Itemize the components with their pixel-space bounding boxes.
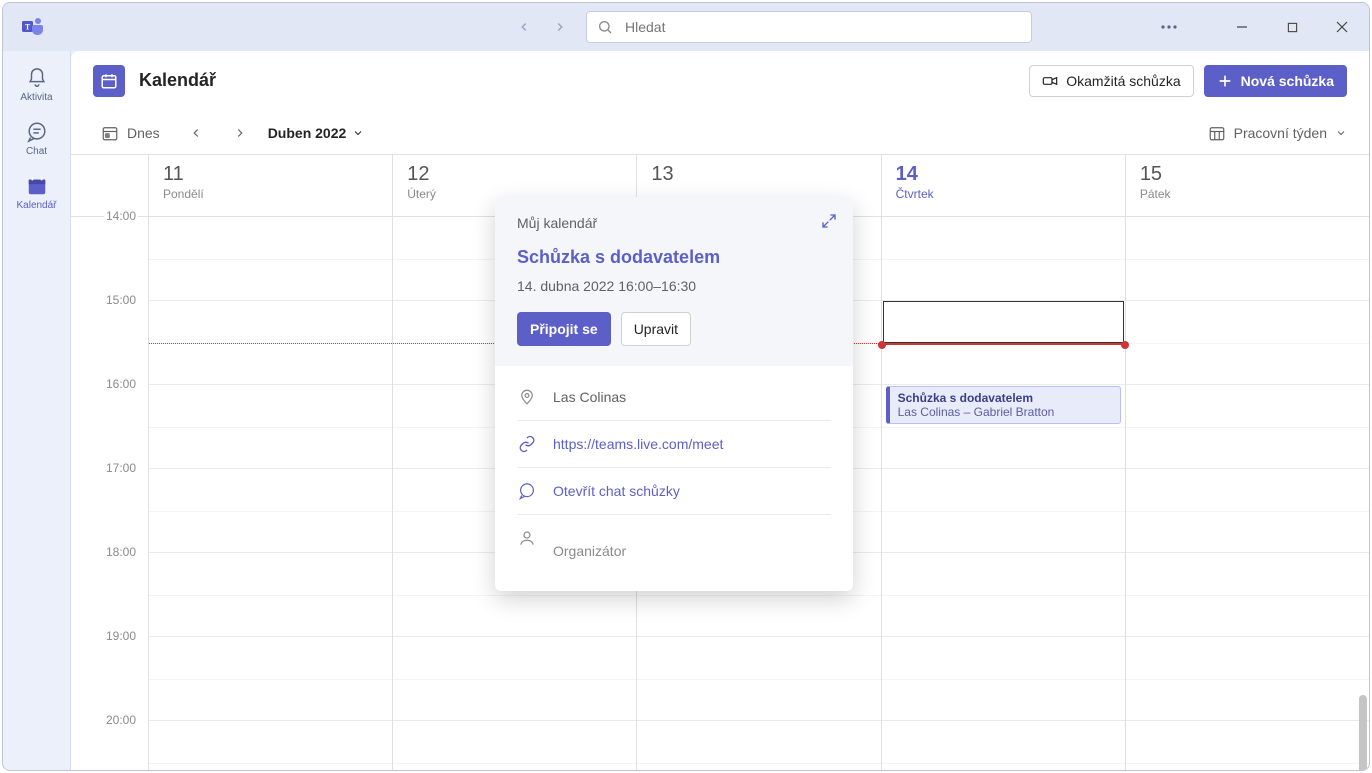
calendar-icon — [25, 174, 49, 198]
popover-location-row: Las Colinas — [517, 374, 831, 421]
time-label: 20:00 — [104, 713, 138, 727]
time-label: 17:00 — [104, 461, 138, 475]
rail-item-calendar[interactable]: Kalendář — [3, 165, 71, 219]
scrollbar-thumb[interactable] — [1359, 695, 1367, 771]
teams-logo-icon: T — [13, 15, 53, 39]
location-text: Las Colinas — [553, 389, 626, 405]
rail-label: Aktivita — [20, 92, 52, 103]
person-icon — [517, 529, 537, 547]
history-forward-button[interactable] — [542, 11, 578, 43]
popover-calendar-name: Můj kalendář — [517, 215, 831, 231]
day-number: 14 — [896, 163, 1111, 185]
page-title: Kalendář — [139, 70, 216, 91]
month-label: Duben 2022 — [268, 125, 347, 141]
video-icon — [1042, 73, 1058, 89]
day-column[interactable]: 15 Pátek — [1126, 155, 1369, 770]
organizer-label: Organizátor — [553, 543, 626, 559]
app-rail: Aktivita Chat Kalendář — [3, 51, 71, 770]
calendar-grid: 14:00 15:00 16:00 17:00 18:00 19:00 20:00 11 Po… — [71, 155, 1369, 770]
view-label: Pracovní týden — [1234, 125, 1327, 141]
current-time-indicator — [882, 343, 1125, 345]
search-field[interactable] — [586, 11, 1032, 43]
popover-time: 14. dubna 2022 16:00–16:30 — [517, 278, 831, 294]
button-label: Okamžitá schůzka — [1066, 73, 1180, 89]
day-number: 13 — [651, 163, 866, 185]
time-label: 14:00 — [104, 209, 138, 223]
button-label: Upravit — [634, 321, 678, 337]
chat-icon — [517, 482, 537, 500]
rail-item-chat[interactable]: Chat — [3, 111, 71, 165]
current-time-indicator — [149, 343, 392, 344]
view-dropdown[interactable]: Pracovní týden — [1208, 124, 1347, 142]
time-gutter: 14:00 15:00 16:00 17:00 18:00 19:00 20:00 — [71, 155, 149, 770]
expand-button[interactable] — [821, 213, 837, 229]
window-close-button[interactable] — [1319, 11, 1365, 43]
meeting-popover: Můj kalendář Schůzka s dodavatelem 14. d… — [495, 197, 853, 591]
meet-now-button[interactable]: Okamžitá schůzka — [1029, 65, 1193, 97]
join-button[interactable]: Připojit se — [517, 312, 611, 346]
open-chat-row[interactable]: Otevřít chat schůzky — [517, 468, 831, 515]
chat-icon — [25, 120, 49, 144]
rail-label: Kalendář — [16, 200, 56, 211]
window-minimize-button[interactable] — [1219, 11, 1265, 43]
day-name: Pondělí — [163, 187, 378, 201]
calendar-today-icon — [101, 124, 119, 142]
time-label: 19:00 — [104, 629, 138, 643]
link-icon — [517, 435, 537, 453]
day-number: 12 — [407, 163, 622, 185]
time-selection-box[interactable] — [883, 301, 1124, 343]
plus-icon — [1217, 73, 1233, 89]
rail-item-activity[interactable]: Aktivita — [3, 57, 71, 111]
month-dropdown[interactable]: Duben 2022 — [268, 125, 365, 141]
calendar-event[interactable]: Schůzka s dodavatelemLas Colinas – Gabri… — [886, 386, 1121, 424]
today-button[interactable]: Dnes — [93, 117, 168, 149]
event-subtitle: Las Colinas – Gabriel Bratton — [898, 405, 1112, 419]
open-chat-label: Otevřít chat schůzky — [553, 483, 680, 499]
prev-period-button[interactable] — [180, 117, 212, 149]
popover-title: Schůzka s dodavatelem — [517, 247, 831, 268]
meeting-link: https://teams.live.com/meet — [553, 436, 723, 452]
button-label: Nová schůzka — [1241, 73, 1334, 89]
calendar-content: Kalendář Okamžitá schůzka Nová schůzka — [71, 51, 1369, 770]
more-button[interactable] — [1147, 11, 1191, 43]
time-label: 15:00 — [104, 293, 138, 307]
rail-label: Chat — [26, 146, 47, 157]
titlebar: T — [3, 3, 1369, 51]
search-input[interactable] — [623, 18, 1021, 36]
time-label: 16:00 — [104, 377, 138, 391]
chevron-down-icon — [1335, 127, 1347, 139]
page-header: Kalendář Okamžitá schůzka Nová schůzka — [71, 51, 1369, 111]
day-column[interactable]: 11 Pondělí — [149, 155, 393, 770]
calendar-view-icon — [1208, 124, 1226, 142]
search-icon — [597, 19, 613, 35]
day-name: Pátek — [1140, 187, 1355, 201]
history-back-button[interactable] — [506, 11, 542, 43]
event-title: Schůzka s dodavatelem — [898, 391, 1112, 405]
popover-link-row[interactable]: https://teams.live.com/meet — [517, 421, 831, 468]
calendar-badge-icon — [93, 65, 125, 97]
button-label: Připojit se — [530, 321, 598, 337]
day-column[interactable]: 14 Čtvrtek Schůzka s dodavatelemLas Colina… — [882, 155, 1126, 770]
svg-text:T: T — [25, 23, 31, 32]
chevron-down-icon — [352, 127, 364, 139]
calendar-toolbar: Dnes Duben 2022 — [71, 111, 1369, 155]
app-window: T — [2, 2, 1370, 771]
next-period-button[interactable] — [224, 117, 256, 149]
organizer-row: Organizátor — [517, 515, 831, 573]
day-number: 15 — [1140, 163, 1355, 185]
edit-button[interactable]: Upravit — [621, 312, 691, 346]
window-maximize-button[interactable] — [1269, 11, 1315, 43]
new-meeting-button[interactable]: Nová schůzka — [1204, 65, 1347, 97]
time-label: 18:00 — [104, 545, 138, 559]
day-name: Čtvrtek — [896, 187, 1111, 201]
bell-icon — [25, 66, 49, 90]
day-number: 11 — [163, 163, 378, 185]
location-icon — [517, 388, 537, 406]
today-label: Dnes — [127, 125, 160, 141]
